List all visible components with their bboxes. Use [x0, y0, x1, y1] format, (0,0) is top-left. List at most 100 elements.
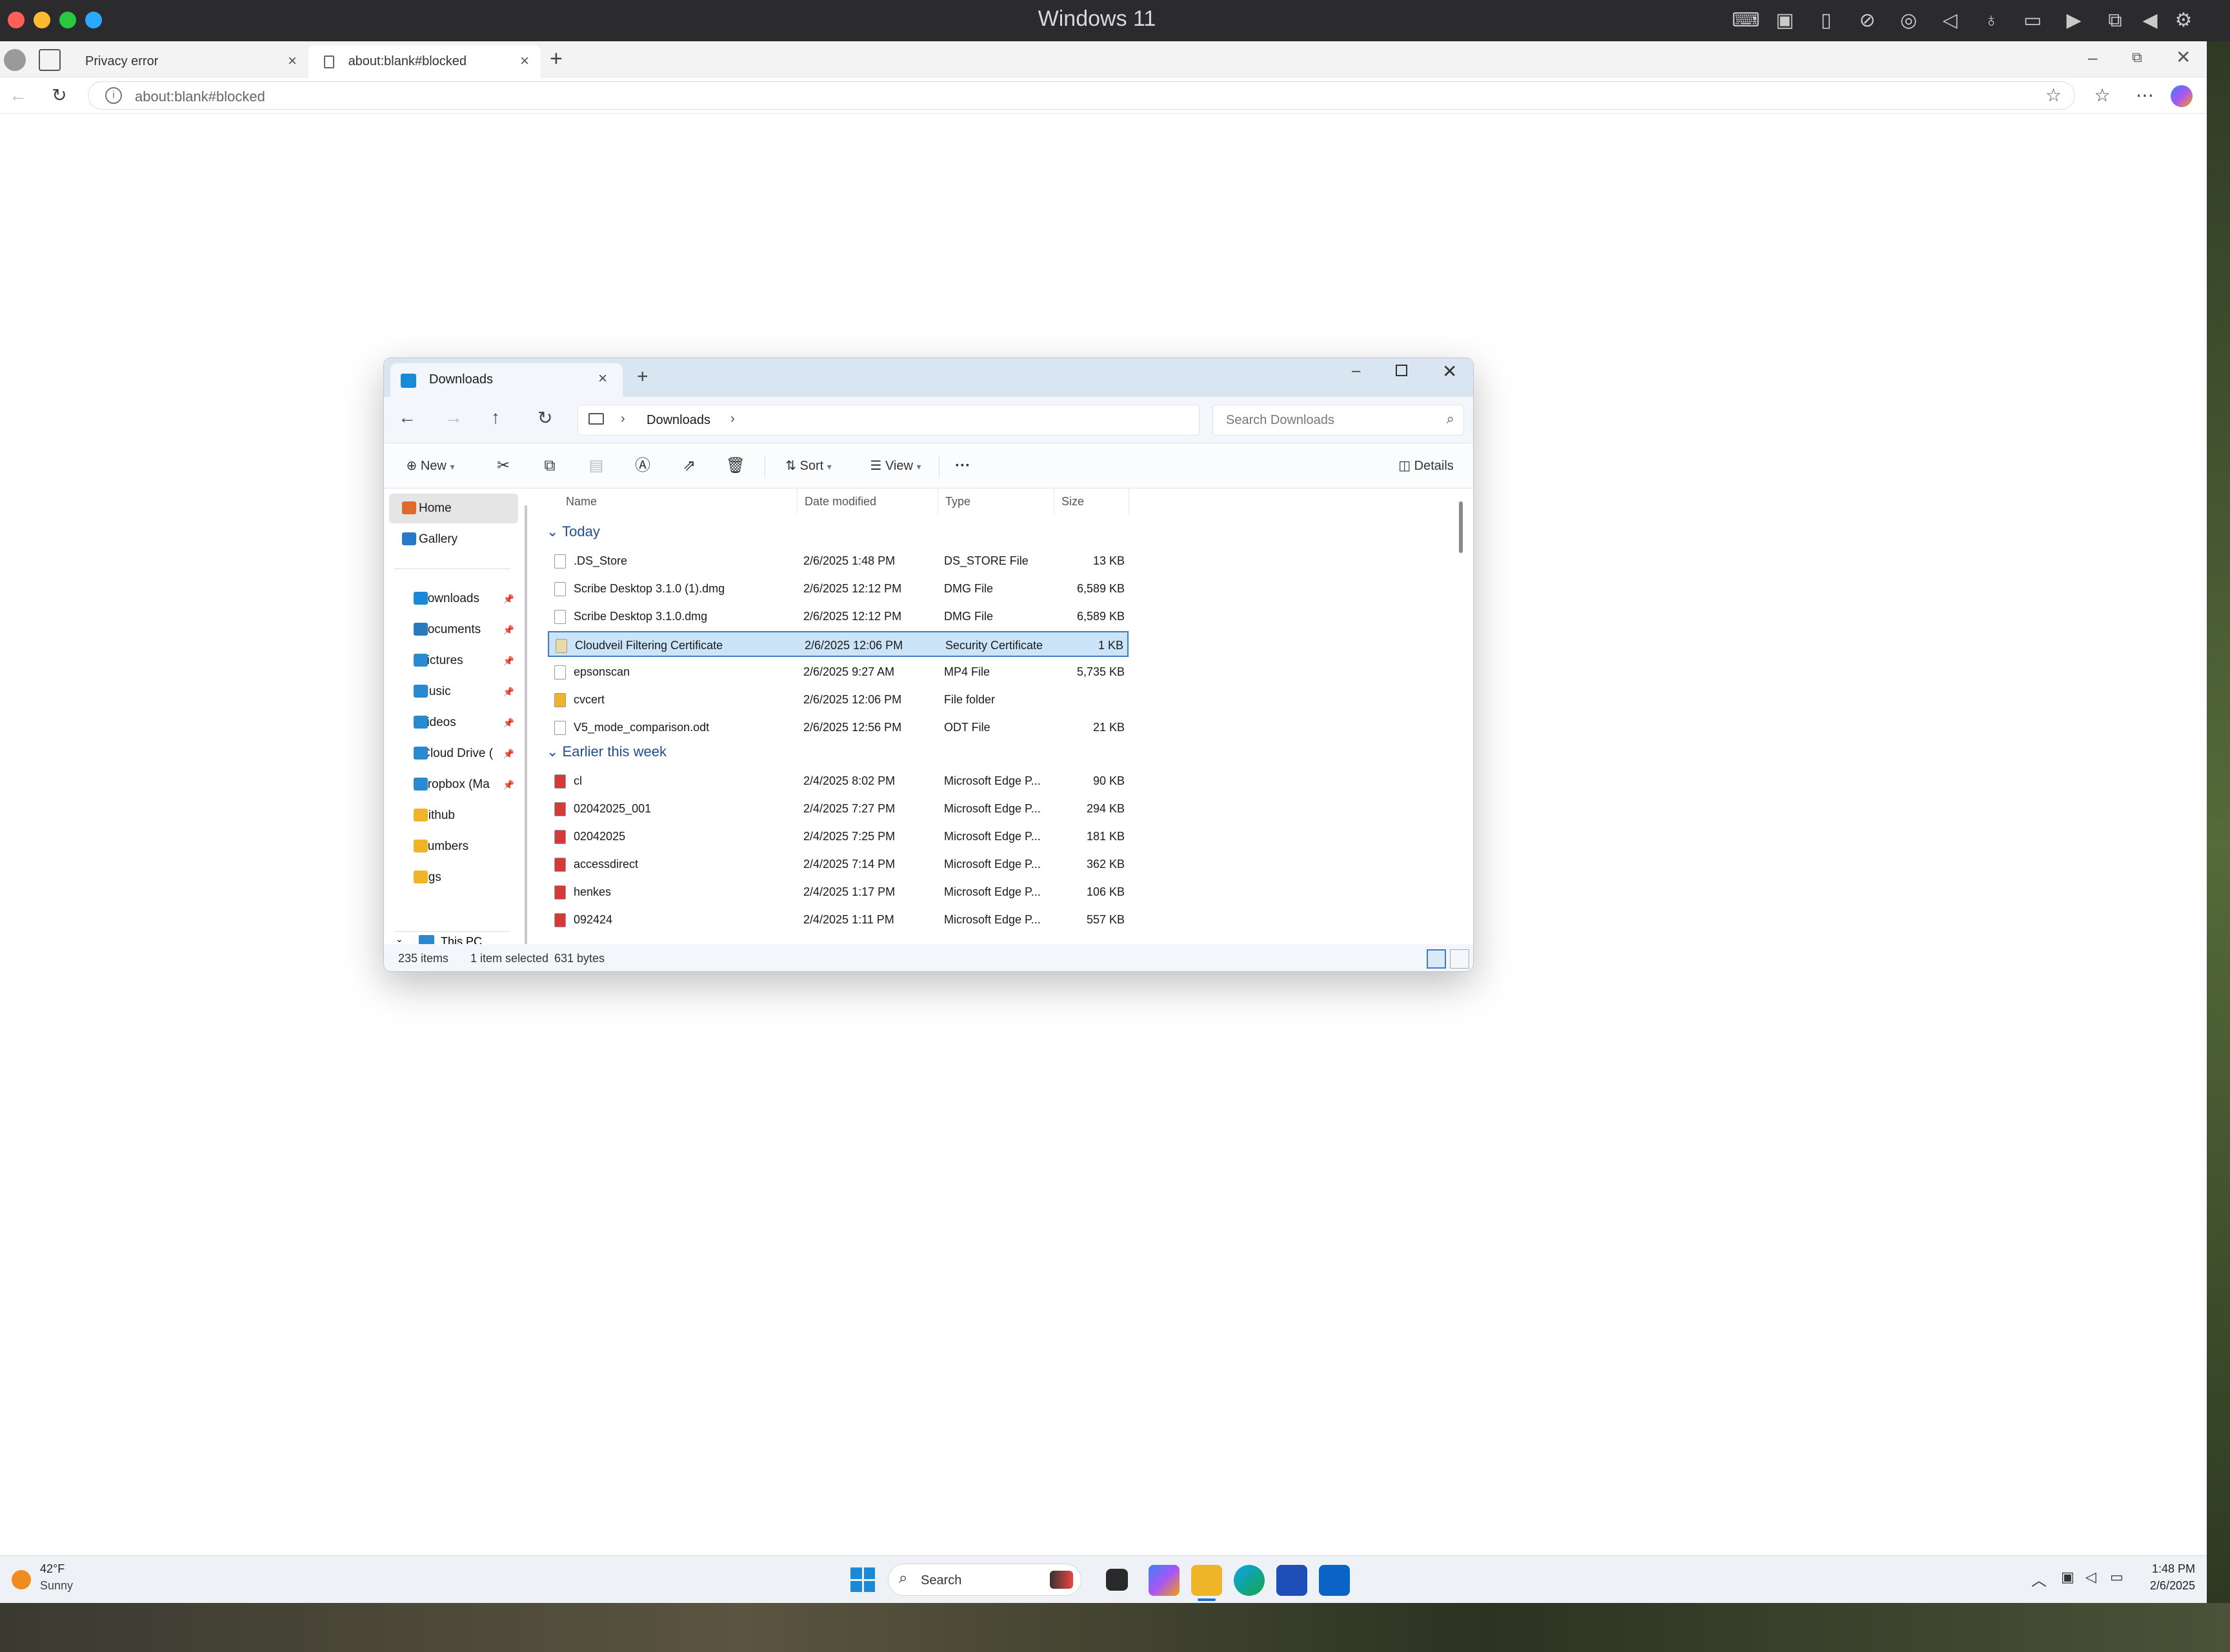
disk-icon[interactable]: ▭	[2021, 9, 2044, 32]
nav-item-home[interactable]: Home	[389, 494, 518, 523]
globe-icon[interactable]: ◎	[1897, 9, 1920, 32]
usb-icon[interactable]: ▯	[1814, 9, 1838, 32]
tiles-view-toggle[interactable]	[1450, 949, 1469, 969]
info-icon[interactable]: i	[105, 87, 122, 104]
file-row[interactable]: 092424 2/4/2025 1:11 PM Microsoft Edge P..…	[548, 907, 1129, 932]
favorite-star-icon[interactable]: ☆	[2045, 85, 2062, 106]
breadcrumb[interactable]: › Downloads ›	[578, 405, 1200, 436]
file-row[interactable]: 02042025 2/4/2025 7:25 PM Microsoft Edge P…	[548, 823, 1129, 849]
close-tab-icon[interactable]: ×	[598, 370, 607, 388]
chevron-up-icon[interactable]: ︿	[2031, 1567, 2047, 1590]
column-header-name[interactable]: Name	[566, 495, 597, 509]
close-button[interactable]: ✕	[1442, 361, 1457, 382]
favorites-icon[interactable]: ☆	[2088, 81, 2116, 110]
paste-icon[interactable]: ▤	[583, 452, 610, 479]
file-row[interactable]: .DS_Store 2/6/2025 1:48 PM DS_STORE File 13…	[548, 548, 1129, 574]
explorer-tab-downloads[interactable]: Downloads ×	[390, 363, 623, 397]
screen-share-icon[interactable]: ⧉	[2104, 9, 2127, 32]
search-input[interactable]: Search Downloads ⌕	[1212, 405, 1464, 436]
chevron-down-icon[interactable]: ⌄	[547, 743, 563, 760]
chevron-down-icon[interactable]: ⌄	[396, 934, 403, 945]
view-button[interactable]: ☰ View ▾	[860, 452, 931, 479]
weather-temperature[interactable]: 42°F	[40, 1562, 65, 1576]
refresh-icon[interactable]: ↻	[537, 407, 552, 428]
close-tab-icon[interactable]: ×	[288, 45, 297, 77]
column-header-size[interactable]: Size	[1061, 495, 1084, 509]
nav-item-icloud-drive[interactable]: iCloud Drive (📌	[389, 739, 518, 769]
nav-item-documents[interactable]: Documents 📌	[389, 615, 518, 645]
new-tab-button[interactable]: +	[637, 366, 648, 388]
file-row[interactable]: Cloudveil Filtering Certificate 2/6/2025 …	[548, 631, 1129, 657]
pin-icon[interactable]: 📌	[503, 584, 514, 614]
column-divider[interactable]	[797, 489, 798, 514]
cpu-icon[interactable]: ▣	[1773, 9, 1796, 32]
cut-icon[interactable]: ✂	[490, 452, 517, 479]
file-row[interactable]: Scribe Desktop 3.1.0 (1).dmg 2/6/2025 12:…	[548, 576, 1129, 601]
nav-item-pictures[interactable]: Pictures 📌	[389, 646, 518, 676]
gear-icon[interactable]: ⚙	[2172, 9, 2195, 32]
pin-icon[interactable]: 📌	[503, 770, 514, 800]
nav-scrollbar[interactable]	[525, 505, 527, 951]
file-list-scrollbar[interactable]	[1459, 501, 1463, 553]
group-header[interactable]: ⌄ Today	[547, 523, 600, 540]
details-button[interactable]: ◫ Details	[1391, 452, 1462, 479]
tab-privacy-error[interactable]: Privacy error ×	[70, 45, 308, 77]
keyboard-icon[interactable]: ⌨	[1732, 9, 1760, 32]
pin-icon[interactable]: 📌	[503, 646, 514, 676]
pin-icon[interactable]: 📌	[503, 708, 514, 738]
file-row[interactable]: V5_mode_comparison.odt 2/6/2025 12:56 PM O…	[548, 714, 1129, 740]
nav-item-github[interactable]: Github	[389, 801, 518, 831]
battery-icon[interactable]: ▭	[2110, 1569, 2124, 1586]
nav-item-videos[interactable]: Videos 📌	[389, 708, 518, 738]
copy-icon[interactable]: ⧉	[536, 452, 563, 479]
nav-item-numbers[interactable]: Numbers	[389, 832, 518, 861]
new-tab-button[interactable]: +	[550, 46, 563, 72]
maximize-button[interactable]	[1396, 365, 1407, 376]
outlook-app-icon[interactable]	[1319, 1565, 1350, 1596]
minimize-button[interactable]: –	[2088, 48, 2097, 68]
weather-condition[interactable]: Sunny	[40, 1579, 73, 1593]
windows-start-icon[interactable]	[850, 1567, 875, 1592]
pin-icon[interactable]: 📌	[503, 739, 514, 769]
file-row[interactable]: Scribe Desktop 3.1.0.dmg 2/6/2025 12:12 P…	[548, 603, 1129, 629]
file-row[interactable]: cl 2/4/2025 8:02 PM Microsoft Edge P... 90 …	[548, 768, 1129, 794]
back-icon[interactable]: ←	[398, 407, 416, 428]
volume-icon[interactable]: ◁	[2085, 1569, 2096, 1586]
nav-item-downloads[interactable]: Downloads 📌	[389, 584, 518, 614]
restore-button[interactable]: ⧉	[2132, 49, 2142, 66]
rename-icon[interactable]: Ⓐ	[629, 452, 656, 479]
network-icon[interactable]: ▣	[2061, 1569, 2074, 1586]
nav-item-dropbox-ma[interactable]: Dropbox (Ma 📌	[389, 770, 518, 800]
forward-icon[interactable]: →	[445, 407, 463, 428]
file-row[interactable]: accessdirect 2/4/2025 7:14 PM Microsoft Ed…	[548, 851, 1129, 877]
file-row[interactable]: cvcert 2/6/2025 12:06 PM File folder	[548, 687, 1129, 712]
close-tab-icon[interactable]: ×	[520, 45, 529, 77]
delete-icon[interactable]: 🗑	[722, 452, 749, 479]
breadcrumb-downloads[interactable]: Downloads	[647, 413, 710, 428]
video-camera-icon[interactable]: ▶	[2062, 9, 2085, 32]
microphone-icon[interactable]: ♁	[1980, 9, 2003, 32]
tab-about-blank[interactable]: about:blank#blocked ×	[308, 45, 541, 77]
copilot-icon[interactable]	[2171, 85, 2193, 107]
no-camera-icon[interactable]: ⊘	[1856, 9, 1879, 32]
chevron-right-icon[interactable]: ›	[621, 412, 625, 427]
nav-item-logs[interactable]: logs	[389, 863, 518, 892]
taskbar-search-box[interactable]: ⌕ Search	[888, 1564, 1081, 1596]
chevron-right-icon[interactable]: ›	[730, 412, 735, 427]
back-icon[interactable]: ←	[4, 81, 32, 110]
pin-icon[interactable]: 📌	[503, 615, 514, 645]
up-icon[interactable]: ↑	[491, 407, 500, 428]
tab-actions-icon[interactable]	[39, 49, 61, 71]
file-row[interactable]: 02042025_001 2/4/2025 7:27 PM Microsoft Ed…	[548, 796, 1129, 821]
group-header[interactable]: ⌄ Earlier this week	[547, 743, 667, 760]
speaker-icon[interactable]: ◁	[1938, 9, 1962, 32]
new-button[interactable]: ⊕ New ▾	[398, 452, 463, 479]
edge-app-icon[interactable]	[1234, 1565, 1265, 1596]
share-icon[interactable]: ⇗	[676, 452, 703, 479]
store-app-icon[interactable]	[1276, 1565, 1307, 1596]
chevron-down-icon[interactable]: ⌄	[547, 523, 562, 539]
pin-icon[interactable]: 📌	[503, 677, 514, 707]
close-button[interactable]: ✕	[2176, 46, 2191, 68]
minimize-button[interactable]: –	[1352, 362, 1360, 380]
taskbar-date[interactable]: 2/6/2025	[2136, 1579, 2195, 1593]
